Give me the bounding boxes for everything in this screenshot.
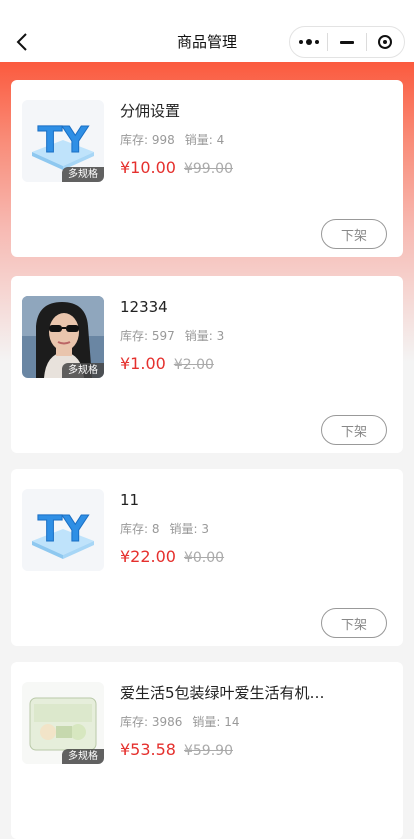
product-image[interactable]: TY 多规格 <box>22 100 104 182</box>
stock-sales-info: 库存: 597 销量: 3 <box>120 327 224 345</box>
current-price: ¥53.58 <box>120 740 176 759</box>
more-dots-icon <box>298 39 319 45</box>
current-price: ¥22.00 <box>120 547 176 566</box>
stock-count: 库存: 3986 <box>120 715 183 729</box>
stock-count: 库存: 597 <box>120 329 175 343</box>
stock-count: 库存: 8 <box>120 522 160 536</box>
sales-count: 销量: 3 <box>169 522 210 536</box>
product-name: 爱生活5包装绿叶爱生活有机… <box>120 684 325 702</box>
original-price: ¥0.00 <box>183 550 225 566</box>
multi-spec-badge: 多规格 <box>62 363 104 378</box>
product-image[interactable]: 多规格 <box>22 296 104 378</box>
sales-count: 销量: 3 <box>184 329 225 343</box>
stock-sales-info: 库存: 3986 销量: 14 <box>120 713 240 731</box>
product-card[interactable]: 多规格 爱生活5包装绿叶爱生活有机… 库存: 3986 销量: 14 ¥53.58… <box>11 662 403 839</box>
minimize-icon <box>339 40 354 44</box>
price-row: ¥53.58 ¥59.90 <box>120 739 233 762</box>
sales-count: 销量: 4 <box>184 133 225 147</box>
svg-text:TY: TY <box>38 120 90 161</box>
ty-logo-image: TY <box>22 489 104 571</box>
sales-count: 销量: 14 <box>192 715 240 729</box>
product-name: 11 <box>120 491 140 509</box>
product-card[interactable]: TY 11 库存: 8 销量: 3 ¥22.00 ¥0.00 下架 <box>11 469 403 646</box>
product-name: 分佣设置 <box>120 102 181 120</box>
price-row: ¥1.00 ¥2.00 <box>120 353 214 376</box>
miniprogram-capsule <box>289 26 405 58</box>
delist-button[interactable]: 下架 <box>321 608 387 638</box>
original-price: ¥59.90 <box>183 743 233 759</box>
original-price: ¥99.00 <box>183 161 233 177</box>
delist-button[interactable]: 下架 <box>321 415 387 445</box>
stock-sales-info: 库存: 8 销量: 3 <box>120 520 209 538</box>
current-price: ¥1.00 <box>120 354 166 373</box>
current-price: ¥10.00 <box>120 158 176 177</box>
product-card[interactable]: 多规格 12334 库存: 597 销量: 3 ¥1.00 ¥2.00 下架 <box>11 276 403 453</box>
multi-spec-badge: 多规格 <box>62 167 104 182</box>
product-card[interactable]: TY 多规格 分佣设置 库存: 998 销量: 4 ¥10.00 ¥99.00 下架 <box>11 80 403 257</box>
minimize-button[interactable] <box>328 27 365 57</box>
navigation-bar: 商品管理 <box>0 0 414 62</box>
more-button[interactable] <box>290 27 327 57</box>
stock-count: 库存: 998 <box>120 133 175 147</box>
original-price: ¥2.00 <box>173 357 214 373</box>
price-row: ¥22.00 ¥0.00 <box>120 546 224 569</box>
price-row: ¥10.00 ¥99.00 <box>120 157 233 180</box>
multi-spec-badge: 多规格 <box>62 749 104 764</box>
close-button[interactable] <box>367 27 404 57</box>
target-close-icon <box>378 35 393 49</box>
product-image[interactable]: 多规格 <box>22 682 104 764</box>
stock-sales-info: 库存: 998 销量: 4 <box>120 131 224 149</box>
product-name: 12334 <box>120 298 168 316</box>
delist-button[interactable]: 下架 <box>321 219 387 249</box>
product-image[interactable]: TY <box>22 489 104 571</box>
svg-text:TY: TY <box>38 509 90 550</box>
